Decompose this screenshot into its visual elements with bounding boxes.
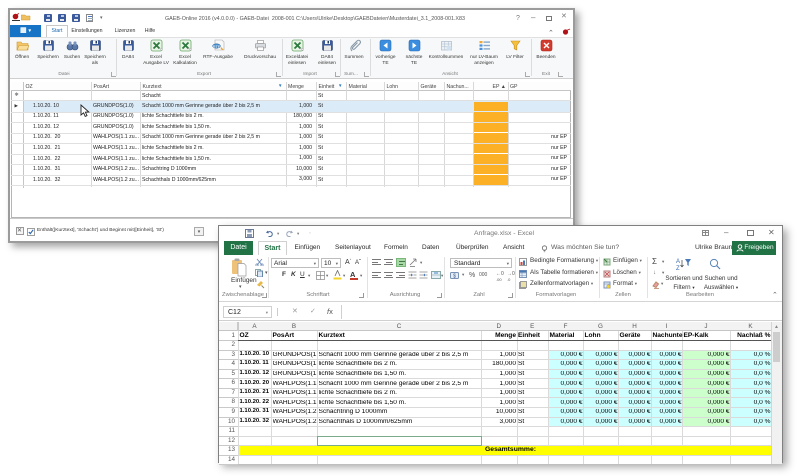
svg-text:$: $ xyxy=(453,274,456,280)
svg-text:RTF: RTF xyxy=(212,44,220,49)
svg-text:A: A xyxy=(676,259,680,265)
svg-text:Z: Z xyxy=(676,266,680,271)
